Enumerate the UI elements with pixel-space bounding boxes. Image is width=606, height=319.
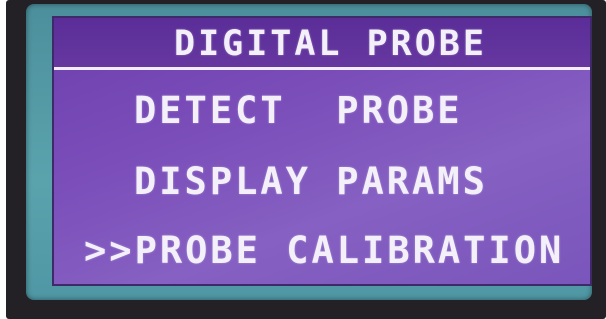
lcd-screen: DIGITAL PROBE DETECT PROBE DISPLAY PARAM… [52,16,592,286]
selection-cursor: >> [84,229,135,272]
menu-item-label: PROBE CALIBRATION [134,229,565,272]
menu-item-detect-probe[interactable]: DETECT PROBE [134,90,463,132]
device-body: DIGITAL PROBE DETECT PROBE DISPLAY PARAM… [6,0,606,319]
lcd-bezel: DIGITAL PROBE DETECT PROBE DISPLAY PARAM… [26,4,592,300]
menu-item-display-params[interactable]: DISPLAY PARAMS [134,161,488,203]
menu-item-label: DETECT PROBE [134,89,463,132]
menu-item-label: DISPLAY PARAMS [134,160,488,203]
menu-item-probe-calibration[interactable]: >>PROBE CALIBRATION [84,230,564,272]
title-bar: DIGITAL PROBE [54,18,590,70]
screen-title: DIGITAL PROBE [174,24,487,64]
